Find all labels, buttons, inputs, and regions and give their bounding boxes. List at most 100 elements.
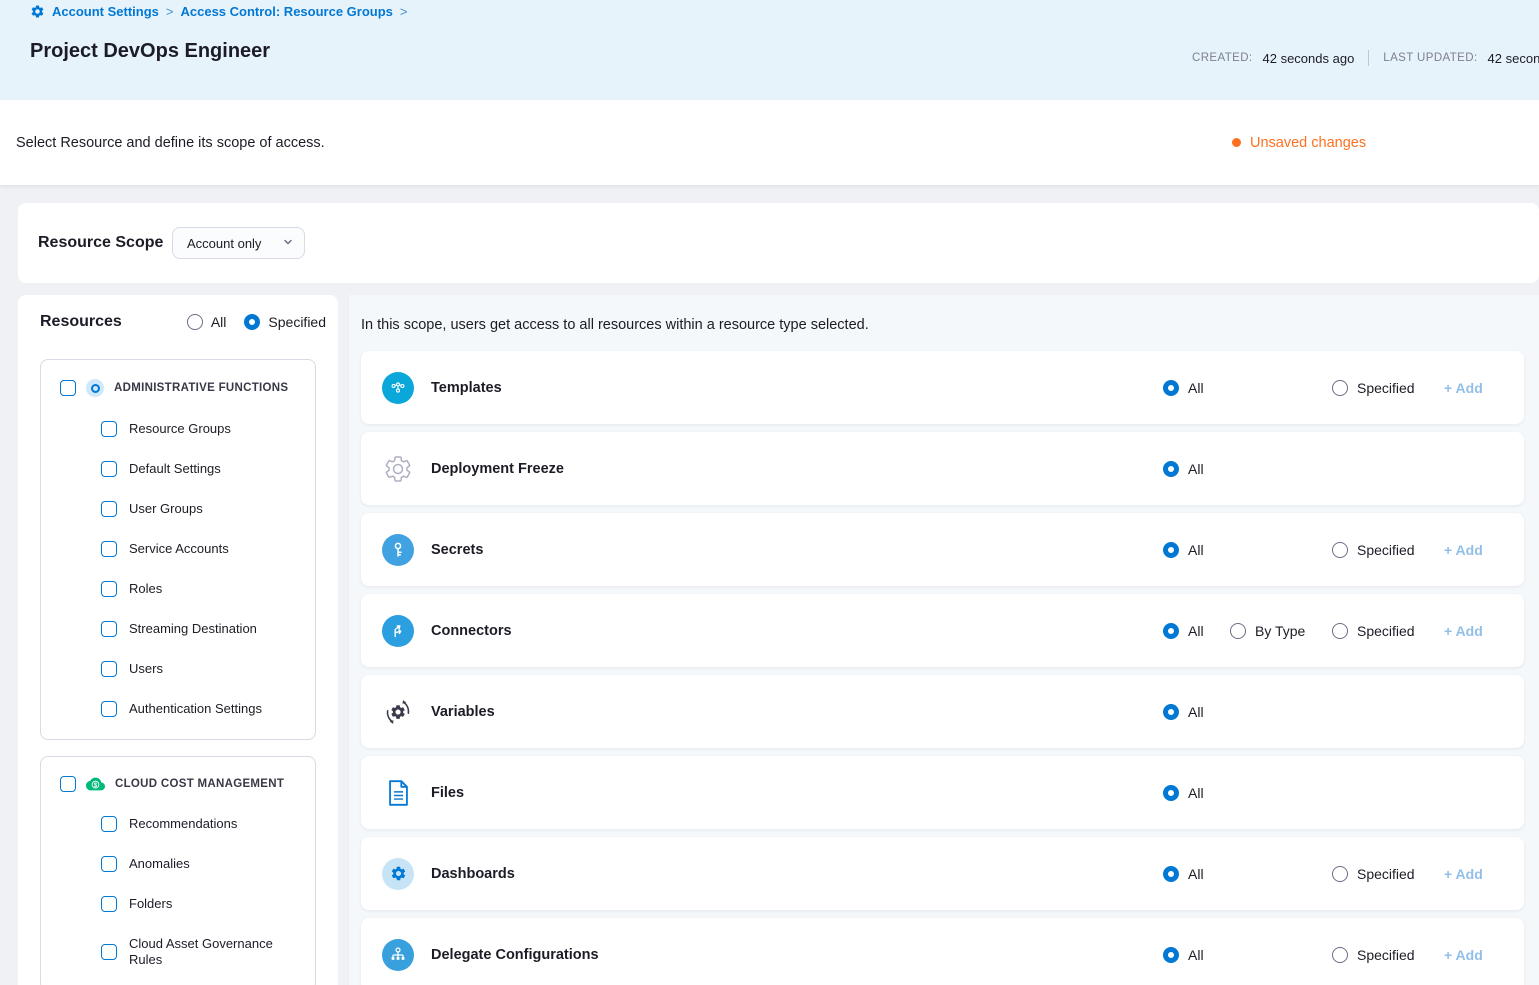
item-checkbox[interactable] (101, 944, 117, 960)
option-label: All (1188, 947, 1204, 963)
resource-row-label: Files (431, 785, 464, 801)
option-specified-radio[interactable]: Specified (1332, 623, 1415, 639)
resource-checkbox-item[interactable]: Cloud Asset Governance Rules (101, 936, 301, 968)
page-header: Account Settings > Access Control: Resou… (0, 0, 1539, 100)
option-all-radio[interactable]: All (1163, 380, 1204, 396)
option-specified-radio[interactable]: Specified (1332, 947, 1415, 963)
resource-scope-selected-value: Account only (187, 236, 261, 251)
radio-icon (1163, 380, 1179, 396)
item-checkbox[interactable] (101, 856, 117, 872)
group-checkbox[interactable] (60, 380, 76, 396)
option-label: Specified (1357, 380, 1415, 396)
option-all-radio[interactable]: All (1163, 704, 1204, 720)
item-checkbox[interactable] (101, 421, 117, 437)
resource-checkbox-item[interactable]: Default Settings (101, 461, 301, 477)
item-checkbox[interactable] (101, 661, 117, 677)
item-label: Authentication Settings (129, 701, 262, 717)
row-title-area: Deployment Freeze (381, 452, 564, 486)
option-all-radio[interactable]: All (1163, 785, 1204, 801)
item-label: Recommendations (129, 816, 237, 832)
item-label: Anomalies (129, 856, 190, 872)
resource-scope-card: Resource Scope Account only (18, 203, 1539, 283)
resource-row: Delegate Configurations All Specified + Add (361, 918, 1524, 985)
resources-all-radio[interactable]: All (187, 314, 227, 330)
option-label: All (1188, 704, 1204, 720)
option-specified-radio[interactable]: Specified (1332, 380, 1415, 396)
resource-checkbox-item[interactable]: User Groups (101, 501, 301, 517)
unsaved-changes-label: Unsaved changes (1250, 135, 1366, 151)
option-all-radio[interactable]: All (1163, 542, 1204, 558)
resource-row-label: Secrets (431, 542, 483, 558)
radio-icon (1332, 947, 1348, 963)
dashboards-icon (381, 857, 415, 891)
option-by-type-radio[interactable]: By Type (1230, 623, 1305, 639)
unsaved-changes-indicator: Unsaved changes (1232, 135, 1366, 151)
resource-scope-dropdown[interactable]: Account only (172, 227, 305, 259)
radio-icon (1163, 623, 1179, 639)
resource-row-label: Templates (431, 380, 502, 396)
resources-specified-label: Specified (268, 314, 326, 330)
files-icon (381, 776, 415, 810)
row-title-area: Templates (381, 371, 502, 405)
row-title-area: Delegate Configurations (381, 938, 599, 972)
item-checkbox[interactable] (101, 816, 117, 832)
item-checkbox[interactable] (101, 501, 117, 517)
connectors-icon (381, 614, 415, 648)
row-title-area: Variables (381, 695, 495, 729)
radio-icon (244, 314, 260, 330)
add-link[interactable]: + Add (1444, 947, 1483, 963)
resource-type-groups: ADMINISTRATIVE FUNCTIONSResource GroupsD… (18, 343, 338, 985)
option-specified-radio[interactable]: Specified (1332, 866, 1415, 882)
action-toolbar: Select Resource and define its scope of … (0, 100, 1539, 185)
radio-icon (1332, 866, 1348, 882)
resources-all-label: All (211, 314, 227, 330)
item-label: Users (129, 661, 163, 677)
item-checkbox[interactable] (101, 621, 117, 637)
breadcrumb-separator: > (166, 4, 174, 19)
option-all-radio[interactable]: All (1163, 623, 1204, 639)
item-label: Streaming Destination (129, 621, 257, 637)
resource-checkbox-item[interactable]: Users (101, 661, 301, 677)
item-checkbox[interactable] (101, 461, 117, 477)
last-updated-label: LAST UPDATED: (1383, 52, 1477, 64)
option-all-radio[interactable]: All (1163, 461, 1204, 477)
resource-checkbox-item[interactable]: Anomalies (101, 856, 301, 872)
item-checkbox[interactable] (101, 581, 117, 597)
delegate-configurations-icon (381, 938, 415, 972)
add-link[interactable]: + Add (1444, 542, 1483, 558)
group-checkbox[interactable] (60, 776, 76, 792)
resource-row: Deployment Freeze All (361, 432, 1524, 505)
breadcrumb-account-settings[interactable]: Account Settings (52, 4, 159, 19)
resource-checkbox-item[interactable]: Roles (101, 581, 301, 597)
add-link[interactable]: + Add (1444, 866, 1483, 882)
add-link[interactable]: + Add (1444, 623, 1483, 639)
option-label: Specified (1357, 623, 1415, 639)
option-specified-radio[interactable]: Specified (1332, 542, 1415, 558)
unsaved-dot-icon (1232, 138, 1241, 147)
resource-rows: Templates All Specified + Add Deployment Fre… (361, 351, 1524, 985)
resource-checkbox-item[interactable]: Streaming Destination (101, 621, 301, 637)
radio-icon (1163, 542, 1179, 558)
breadcrumb-access-control[interactable]: Access Control: Resource Groups (181, 4, 393, 19)
last-updated-value: 42 seconds ago (1488, 51, 1539, 66)
breadcrumb-separator: > (400, 4, 408, 19)
add-link[interactable]: + Add (1444, 380, 1483, 396)
option-all-radio[interactable]: All (1163, 947, 1204, 963)
header-meta: CREATED: 42 seconds ago LAST UPDATED: 42… (1192, 50, 1539, 66)
resource-checkbox-item[interactable]: Authentication Settings (101, 701, 301, 717)
item-checkbox[interactable] (101, 541, 117, 557)
resource-checkbox-item[interactable]: Folders (101, 896, 301, 912)
option-all-radio[interactable]: All (1163, 866, 1204, 882)
item-checkbox[interactable] (101, 896, 117, 912)
option-label: All (1188, 866, 1204, 882)
radio-icon (1163, 947, 1179, 963)
resource-checkbox-item[interactable]: Resource Groups (101, 421, 301, 437)
resource-checkbox-item[interactable]: Service Accounts (101, 541, 301, 557)
resources-title: Resources (40, 313, 122, 331)
radio-icon (187, 314, 203, 330)
resource-checkbox-item[interactable]: Recommendations (101, 816, 301, 832)
item-label: Cloud Asset Governance Rules (129, 936, 301, 968)
resource-row-label: Dashboards (431, 866, 515, 882)
resources-specified-radio[interactable]: Specified (244, 314, 326, 330)
item-checkbox[interactable] (101, 701, 117, 717)
